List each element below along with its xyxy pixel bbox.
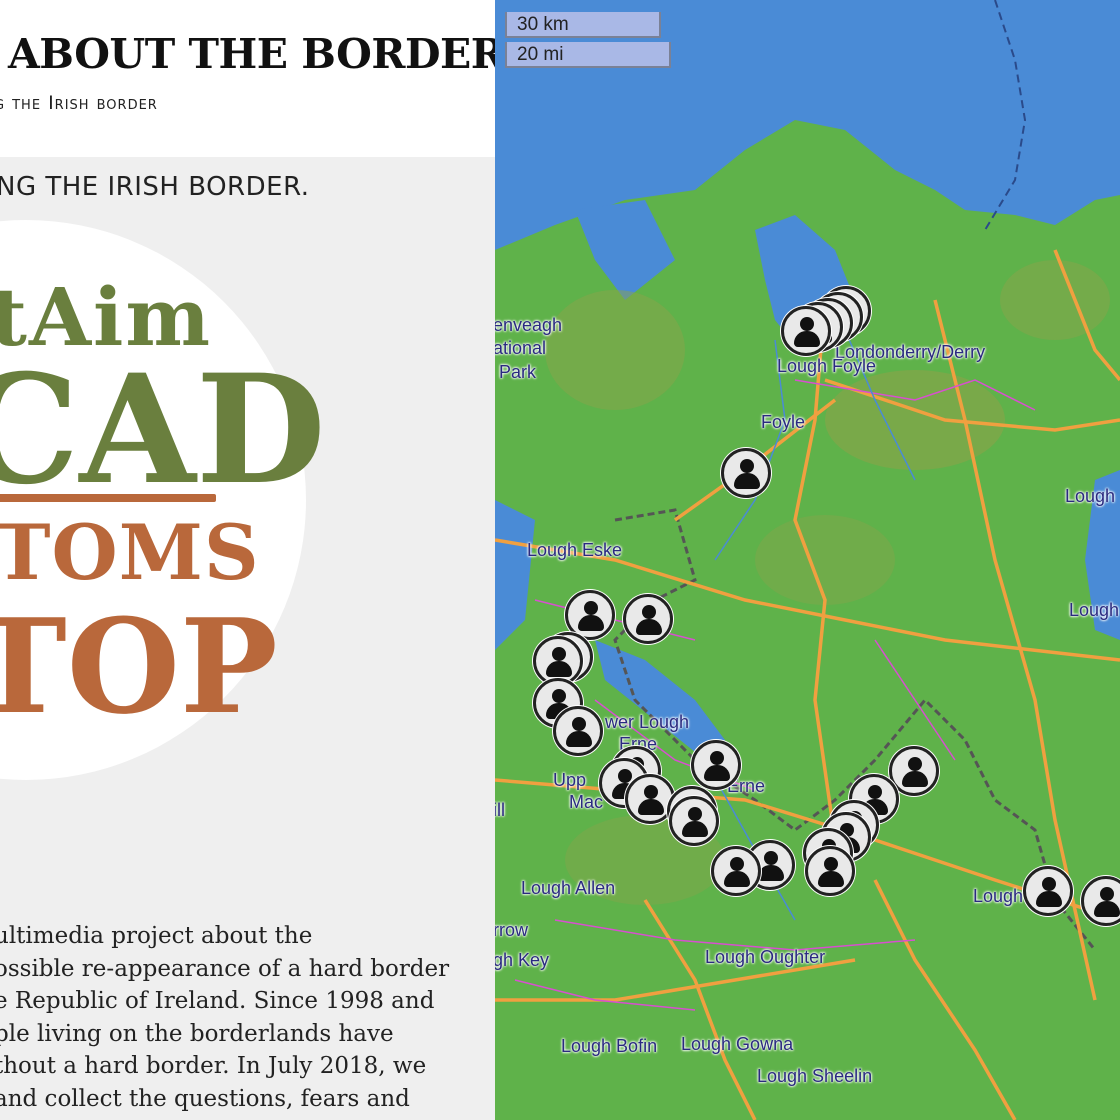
- logo-text-line-2: CAD: [0, 342, 326, 518]
- person-pin-icon[interactable]: [781, 306, 831, 356]
- scale-bar-km: 30 km: [505, 12, 661, 38]
- person-pin-icon[interactable]: [623, 594, 673, 644]
- page: ABOUT THE BORDER g the Irish border NG T…: [0, 0, 1120, 1120]
- logo-divider: [0, 494, 216, 502]
- person-pin-icon[interactable]: [669, 796, 719, 846]
- place-label: Lough Foyle: [777, 356, 877, 376]
- intro-line: ultimedia project about the: [0, 923, 313, 949]
- place-label: Lough: [1069, 600, 1120, 620]
- hill-shade: [755, 515, 895, 605]
- maritime-boundary: [984, 0, 1027, 231]
- person-pin-icon[interactable]: [711, 846, 761, 896]
- intro-line: e Republic of Ireland. Since 1998 and: [0, 988, 435, 1014]
- site-title[interactable]: ABOUT THE BORDER: [8, 30, 495, 78]
- hill-shade: [825, 370, 1005, 470]
- intro-paragraph: ultimedia project about the ossible re-a…: [0, 920, 450, 1115]
- place-label: Lough Bofin: [561, 1036, 658, 1056]
- place-label: ational: [495, 338, 547, 358]
- place-label: Foyle: [761, 412, 806, 432]
- place-label: Park: [499, 362, 537, 382]
- place-label: Lough Sheelin: [757, 1066, 873, 1086]
- person-pin-icon[interactable]: [721, 448, 771, 498]
- section-heading: NG THE IRISH BORDER.: [0, 172, 310, 202]
- place-label: rrow: [495, 920, 528, 940]
- site-header: ABOUT THE BORDER g the Irish border: [0, 0, 495, 157]
- person-pin-icon[interactable]: [553, 706, 603, 756]
- hill-shade: [1000, 260, 1110, 340]
- intro-line: ossible re-appearance of a hard border: [0, 955, 450, 982]
- scale-bar-mi: 20 mi: [505, 42, 671, 68]
- place-label: Lough: [1065, 486, 1116, 506]
- place-label: gh Key: [495, 950, 550, 970]
- place-label: wer Lough: [605, 712, 690, 732]
- border-map[interactable]: 30 km 20 mi enveagh ational Park Londond…: [495, 0, 1120, 1120]
- logo-text-line-4: TOP: [0, 590, 278, 743]
- person-pin-icon[interactable]: [805, 846, 855, 896]
- logo-text-line-3: TOMS: [0, 508, 260, 597]
- place-label: ill: [495, 800, 505, 820]
- place-label: Mac: [569, 792, 604, 812]
- place-label: Lough Eske: [527, 540, 623, 560]
- place-label: Lough Allen: [521, 878, 616, 898]
- intro-line: and collect the questions, fears and: [0, 1085, 410, 1112]
- person-pin-icon[interactable]: [1023, 866, 1073, 916]
- place-label: enveagh: [495, 315, 563, 335]
- person-pin-icon[interactable]: [691, 740, 741, 790]
- place-label: Lough Gowna: [681, 1034, 794, 1054]
- intro-line: ple living on the borderlands have: [0, 1020, 394, 1047]
- hill-shade: [545, 290, 685, 410]
- intro-line: thout a hard border. In July 2018, we: [0, 1053, 427, 1079]
- place-label: Lough: [973, 886, 1024, 906]
- place-label: Lough Oughter: [705, 947, 826, 967]
- place-label: Upp: [553, 770, 587, 790]
- content-column: ABOUT THE BORDER g the Irish border NG T…: [0, 0, 495, 1120]
- site-tagline: g the Irish border: [0, 92, 158, 114]
